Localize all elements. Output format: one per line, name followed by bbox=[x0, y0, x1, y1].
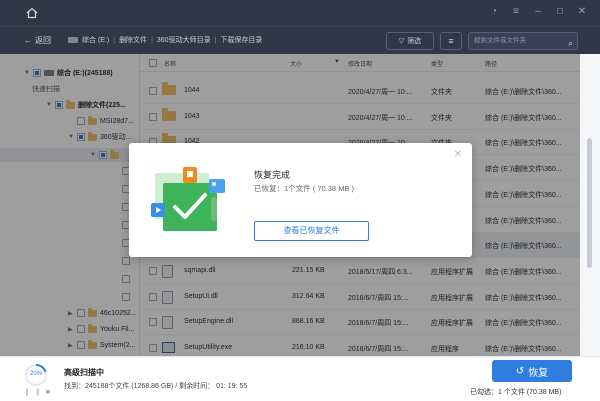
close-icon[interactable]: ✕ bbox=[576, 6, 588, 18]
breadcrumb-item[interactable]: 下载保存目录 bbox=[220, 35, 262, 45]
scan-stats: 找到：245188个文件 (1268.86 GB) / 剩余时间： 01: 19… bbox=[64, 383, 248, 390]
restore-icon: ↺ bbox=[515, 365, 525, 377]
home-icon[interactable] bbox=[26, 7, 38, 19]
menu-icon[interactable]: ≡ bbox=[510, 6, 522, 18]
scroll-thumb[interactable] bbox=[587, 138, 592, 268]
search-icon[interactable]: ⌕ bbox=[568, 35, 573, 51]
title-bar: ◔ ≡ – □ ✕ bbox=[0, 0, 600, 26]
pause-icon[interactable]: ❙❙ bbox=[24, 389, 46, 396]
selection-summary: 已勾选：1 个文件 (70.38 MB) bbox=[470, 389, 562, 396]
back-button[interactable]: ← 返回 bbox=[24, 35, 51, 46]
recovery-success-illustration bbox=[151, 167, 225, 231]
dialog-title: 恢复完成 bbox=[254, 170, 291, 180]
scrollbar[interactable] bbox=[580, 54, 600, 356]
close-icon[interactable]: ✕ bbox=[454, 149, 462, 160]
status-bar: 20% ❙❙■ 高级扫描中 找到：245188个文件 (1268.86 GB) … bbox=[0, 356, 600, 401]
window-controls: ◔ ≡ – □ ✕ bbox=[488, 6, 588, 18]
scan-status-title: 高级扫描中 bbox=[64, 368, 104, 377]
breadcrumb-item[interactable]: 综合 (E:) bbox=[82, 35, 109, 45]
back-arrow-icon: ← bbox=[24, 36, 32, 45]
filter-icon: ▽ bbox=[398, 38, 405, 45]
filter-button[interactable]: ▽ 筛选 bbox=[386, 32, 434, 50]
breadcrumb-separator: | bbox=[113, 36, 116, 44]
drive-icon bbox=[68, 37, 78, 43]
breadcrumb-item[interactable]: 删除文件 bbox=[119, 35, 147, 45]
search-input[interactable]: 搜索文件或文件夹 ⌕ bbox=[468, 32, 578, 50]
skin-icon[interactable]: ◔ bbox=[488, 6, 500, 18]
modal-backdrop bbox=[0, 54, 140, 356]
breadcrumb-item[interactable]: 360驱动大师目录 bbox=[157, 35, 211, 45]
view-recovered-files-button[interactable]: 查看已恢复文件 bbox=[254, 221, 369, 241]
scan-progress-label: 20% bbox=[29, 371, 42, 377]
navigation-bar: ← 返回 综合 (E:) | 删除文件 | 360驱动大师目录 | 下载保存目录… bbox=[0, 26, 600, 54]
maximize-icon[interactable]: □ bbox=[554, 6, 566, 18]
stop-icon[interactable]: ■ bbox=[46, 389, 55, 396]
breadcrumb: 综合 (E:) | 删除文件 | 360驱动大师目录 | 下载保存目录 bbox=[68, 35, 262, 45]
pause-stop-controls[interactable]: ❙❙■ bbox=[24, 388, 55, 396]
minimize-icon[interactable]: – bbox=[532, 6, 544, 18]
breadcrumb-separator: | bbox=[151, 36, 153, 44]
list-icon: ≡ bbox=[448, 36, 454, 46]
dialog-subtitle: 已恢复：1个文件 ( 70.38 MB ) bbox=[254, 184, 355, 193]
recovery-complete-dialog: ✕ 恢复完成 已恢复：1个文件 ( 70.38 MB ) 查看已恢复文件 bbox=[129, 143, 472, 257]
breadcrumb-separator: | bbox=[214, 36, 217, 44]
recover-button[interactable]: ↺ 恢复 bbox=[492, 360, 572, 382]
view-menu-button[interactable]: ≡ bbox=[440, 32, 462, 50]
